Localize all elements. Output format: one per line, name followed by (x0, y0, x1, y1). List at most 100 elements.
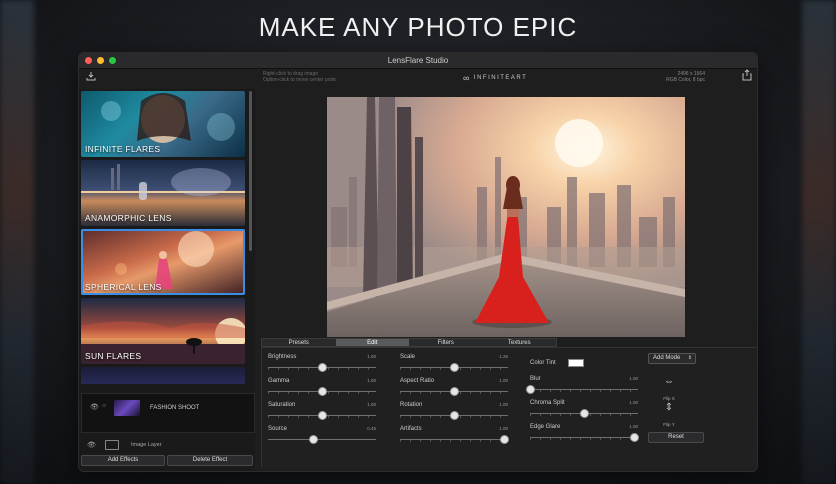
effect-card-label: ANAMORPHIC LENS (85, 213, 172, 223)
tab-filters[interactable]: Filters (409, 339, 483, 346)
slider-value: 1.00 (367, 378, 376, 383)
slider-value: 1.00 (499, 426, 508, 431)
saturation-slider[interactable]: Saturation 1.00 (268, 402, 376, 422)
slider-thumb[interactable] (317, 411, 327, 420)
slider-label: Edge Glare (530, 424, 561, 430)
flip-y-label: Flip Y (663, 422, 675, 427)
image-icon (105, 440, 119, 450)
canvas-hint: Right-click to drag image Option-click t… (263, 71, 336, 83)
headline: MAKE ANY PHOTO EPIC (258, 12, 578, 42)
flip-x-button[interactable]: ⇔ Flip X (658, 376, 680, 405)
artifacts-slider[interactable]: Artifacts 1.00 (400, 426, 510, 446)
brightness-slider[interactable]: Brightness 1.00 (268, 354, 376, 374)
infinity-icon: ∞ (463, 73, 471, 83)
slider-value: 1.00 (367, 354, 376, 359)
slider-value: 0.45 (367, 426, 376, 431)
color-tint-swatch[interactable] (568, 359, 584, 367)
blur-slider[interactable]: Blur 1.00 (525, 376, 638, 396)
slider-thumb[interactable] (449, 363, 459, 372)
blend-mode-select[interactable]: Add Mode ⇕ (648, 353, 696, 364)
eye-icon[interactable]: 👁 (90, 403, 99, 411)
chevron-updown-icon: ⇕ (687, 355, 692, 361)
slider-thumb[interactable] (317, 387, 327, 396)
effect-card-infinite-flares[interactable]: INFINITE FLARES (81, 91, 245, 157)
source-slider[interactable]: Source 0.45 (268, 426, 376, 446)
flip-horizontal-icon: ⇔ (664, 376, 674, 387)
eye-icon[interactable]: 👁 (87, 441, 96, 449)
app-window: LensFlare Studio Right-click to drag ima… (78, 52, 758, 472)
slider-thumb[interactable] (317, 363, 327, 372)
tab-presets[interactable]: Presets (262, 339, 336, 346)
slider-label: Scale (400, 354, 416, 360)
hint-line-2: Option-click to move center point (263, 77, 336, 83)
slider-value: 1.00 (499, 378, 508, 383)
edit-panel: Brightness 1.00 Gamma 1.00 Saturation 1.… (261, 347, 757, 467)
blend-mode-value: Add Mode (653, 355, 681, 361)
slider-value: 1.00 (629, 424, 638, 429)
gamma-slider[interactable]: Gamma 1.00 (268, 378, 376, 398)
slider-thumb[interactable] (449, 411, 459, 420)
brand-name: INFINITEART (473, 75, 528, 81)
effect-list: INFINITE FLARES ANAMORPHIC LENS SPHERICA… (81, 91, 245, 384)
effect-card-anamorphic-lens[interactable]: ANAMORPHIC LENS (81, 160, 245, 226)
image-layer-label: Image Layer (131, 442, 162, 448)
panel-tabs: Presets Edit Filters Textures (261, 338, 557, 347)
effect-list-scrollbar[interactable] (249, 91, 252, 251)
tab-edit[interactable]: Edit (335, 339, 409, 346)
image-dimensions: 2496 x 1664 RGB Color, 8 bpc (666, 71, 705, 83)
effect-card-label: SPHERICAL LENS (85, 282, 162, 292)
chroma-split-slider[interactable]: Chroma Split 1.00 (530, 400, 638, 420)
image-layer-row[interactable]: 👁 Image Layer (81, 439, 255, 453)
effect-card-label: INFINITE FLARES (85, 144, 161, 154)
slider-thumb[interactable] (308, 435, 318, 444)
slider-label: Chroma Split (530, 400, 565, 406)
scale-slider[interactable]: Scale 1.26 (400, 354, 508, 374)
add-effects-button[interactable]: Add Effects (81, 455, 165, 466)
share-icon[interactable] (742, 69, 752, 84)
slider-value: 1.00 (499, 402, 508, 407)
effect-card-more[interactable] (81, 367, 245, 384)
slider-thumb[interactable] (500, 435, 510, 444)
slider-value: 1.00 (367, 402, 376, 407)
background-blur-right (802, 0, 836, 484)
slider-thumb[interactable] (579, 409, 589, 418)
color-mode: RGB Color, 8 bpc (666, 77, 705, 83)
slider-thumb[interactable] (449, 387, 459, 396)
slider-label: Brightness (268, 354, 297, 360)
slider-label: Gamma (268, 378, 290, 384)
aspect-ratio-slider[interactable]: Aspect Ratio 1.00 (400, 378, 508, 398)
slider-label: Aspect Ratio (400, 378, 435, 384)
image-canvas[interactable] (327, 97, 685, 337)
layer-name: FASHION SHOOT (150, 405, 200, 411)
slider-value: 1.26 (499, 354, 508, 359)
lock-icon[interactable]: ⊙ (102, 403, 106, 409)
effect-layer-row[interactable]: 👁 ⊙ FASHION SHOOT (81, 393, 255, 433)
slider-label: Rotation (400, 402, 423, 408)
flip-x-label: Flip X (663, 396, 675, 401)
slider-value: 1.00 (629, 400, 638, 405)
slider-thumb[interactable] (630, 433, 640, 442)
color-tint-label: Color Tint (530, 360, 556, 366)
slider-thumb[interactable] (525, 385, 535, 394)
effect-card-label: SUN FLARES (85, 351, 142, 361)
download-icon[interactable] (86, 71, 96, 84)
brand-logo: ∞ INFINITEART (463, 73, 527, 83)
layer-thumbnail (114, 400, 140, 416)
slider-label: Saturation (268, 402, 296, 408)
sidebar: INFINITE FLARES ANAMORPHIC LENS SPHERICA… (79, 89, 255, 471)
slider-value: 1.00 (629, 376, 638, 381)
edge-glare-slider[interactable]: Edge Glare 1.00 (530, 424, 640, 444)
flip-y-button[interactable]: ⇕ Flip Y (658, 402, 680, 431)
slider-label: Source (268, 426, 288, 432)
flip-vertical-icon: ⇕ (664, 402, 674, 413)
effect-card-sun-flares[interactable]: SUN FLARES (81, 298, 245, 364)
delete-effect-button[interactable]: Delete Effect (167, 455, 253, 466)
tab-textures[interactable]: Textures (483, 339, 557, 346)
rotation-slider[interactable]: Rotation 1.00 (400, 402, 508, 422)
effect-card-spherical-lens[interactable]: SPHERICAL LENS (81, 229, 245, 295)
slider-label: Blur (530, 376, 541, 382)
reset-button[interactable]: Reset (648, 432, 704, 443)
background-blur-left (0, 0, 34, 484)
title-bar: LensFlare Studio (79, 53, 757, 69)
photo-preview (327, 97, 685, 337)
